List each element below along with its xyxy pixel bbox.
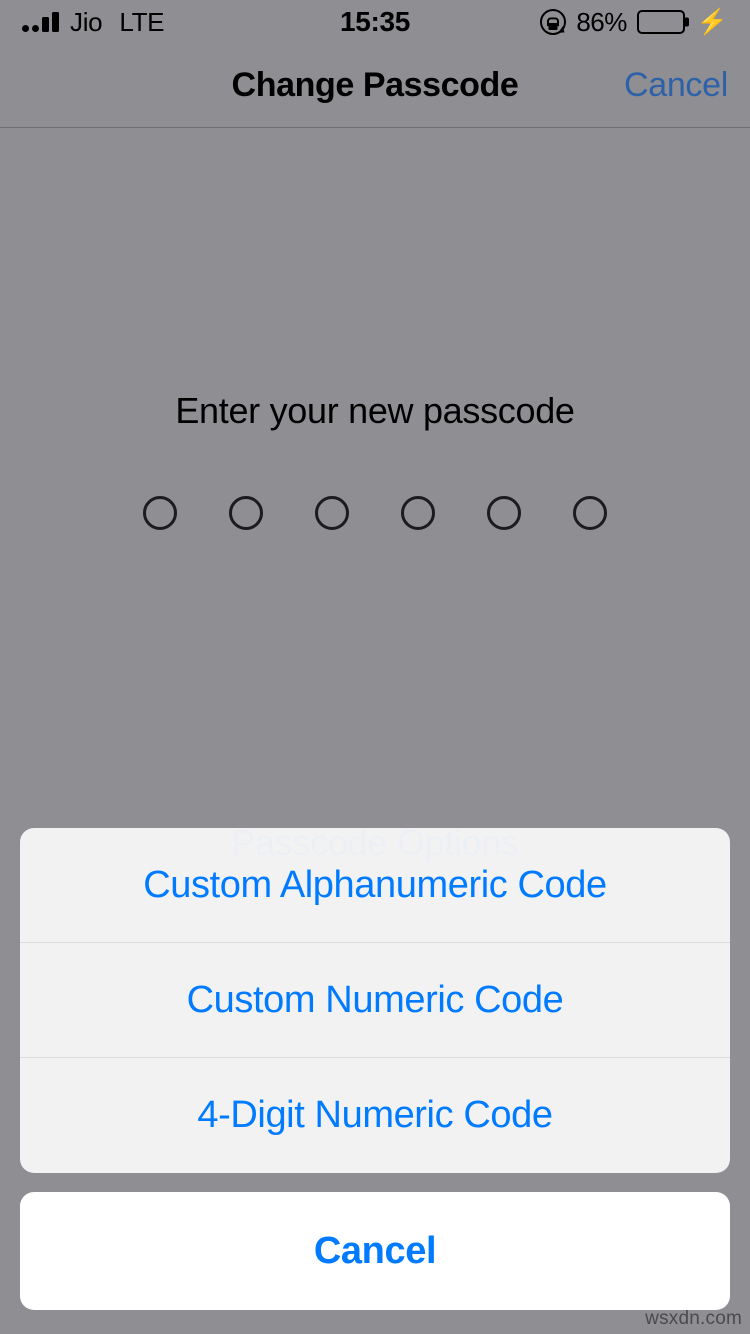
passcode-dot (143, 496, 177, 530)
passcode-dot (315, 496, 349, 530)
battery-icon (636, 10, 689, 34)
carrier-name: Jio (70, 6, 103, 37)
network-type-label: LTE (119, 6, 165, 37)
rotation-lock-icon (540, 9, 568, 36)
passcode-dot (487, 496, 521, 530)
action-sheet-option-four-digit[interactable]: 4-Digit Numeric Code (20, 1058, 730, 1173)
passcode-dots-group (0, 496, 750, 530)
navigation-bar: Change Passcode Cancel (0, 44, 750, 128)
action-sheet-options-group: Custom Alphanumeric Code Custom Numeric … (20, 828, 730, 1173)
passcode-dot (573, 496, 607, 530)
action-sheet-cancel-button[interactable]: Cancel (20, 1192, 730, 1310)
status-bar: Jio LTE 15:35 86% ⚡ (0, 0, 750, 44)
iphone-screen: Jio LTE 15:35 86% ⚡ Change Passcode Canc… (0, 0, 750, 1334)
battery-percent-label: 86% (576, 6, 627, 37)
status-bar-left: Jio LTE (22, 6, 165, 38)
watermark-text: wsxdn.com (645, 1308, 742, 1329)
action-sheet-option-alphanumeric[interactable]: Custom Alphanumeric Code (20, 828, 730, 943)
nav-cancel-button[interactable]: Cancel (624, 66, 728, 105)
action-sheet: Custom Alphanumeric Code Custom Numeric … (0, 828, 750, 1334)
signal-strength-icon (22, 12, 59, 32)
passcode-prompt-text: Enter your new passcode (175, 390, 575, 431)
status-bar-right: 86% ⚡ (540, 7, 728, 38)
passcode-dot (401, 496, 435, 530)
passcode-dot (229, 496, 263, 530)
lightning-bolt-icon: ⚡ (696, 7, 728, 36)
action-sheet-option-custom-numeric[interactable]: Custom Numeric Code (20, 943, 730, 1058)
